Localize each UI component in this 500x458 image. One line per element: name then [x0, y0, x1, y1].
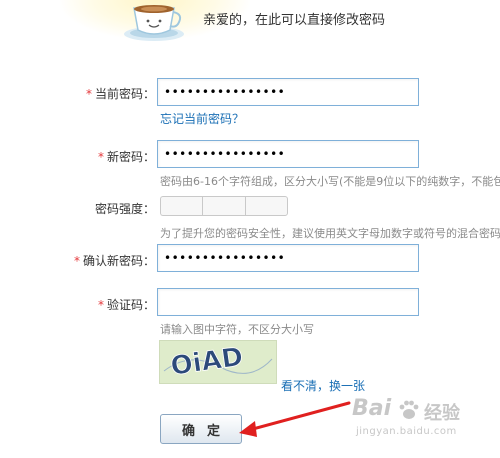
- new-password-input[interactable]: [157, 140, 419, 168]
- password-strength-label: 密码强度：: [94, 202, 155, 216]
- password-strength-hint: 为了提升您的密码安全性，建议使用英文字母加数字或符号的混合密码: [160, 227, 500, 240]
- paw-icon: [399, 400, 419, 419]
- password-strength-meter: [160, 196, 288, 216]
- captcha-label-text: 验证码：: [106, 298, 155, 312]
- strength-segment-medium: [202, 196, 245, 216]
- coffee-cup-icon: [124, 5, 184, 41]
- refresh-captcha-link[interactable]: 看不清，换一张: [281, 377, 365, 394]
- required-mark: *: [97, 298, 104, 312]
- annotation-arrow-icon: [239, 401, 351, 437]
- required-mark: *: [85, 87, 92, 101]
- new-password-label-text: 新密码：: [106, 150, 155, 164]
- captcha-hint: 请输入图中字符，不区分大小写: [160, 323, 314, 336]
- captcha-image: OiAD: [159, 340, 277, 384]
- baidu-jingyan-watermark: Bai 经验 jingyan.baidu.com: [352, 396, 498, 446]
- current-password-input[interactable]: [157, 78, 419, 106]
- required-mark: *: [97, 150, 104, 164]
- new-password-label: * 新密码：: [70, 148, 155, 165]
- watermark-brand-suffix: 经验: [424, 403, 460, 424]
- watermark-url: jingyan.baidu.com: [356, 426, 457, 437]
- watermark-brand: Bai: [352, 396, 392, 421]
- strength-segment-strong: [244, 196, 288, 216]
- captcha-label: * 验证码：: [70, 296, 155, 313]
- current-password-label-text: 当前密码：: [94, 87, 155, 101]
- required-mark: *: [73, 254, 80, 268]
- new-password-hint: 密码由6-16个字符组成，区分大小写(不能是9位以下的纯数字，不能包: [160, 175, 500, 188]
- page-heading: 亲爱的，在此可以直接修改密码: [203, 13, 386, 28]
- confirm-password-label: * 确认新密码：: [60, 252, 155, 269]
- confirm-button[interactable]: 确定: [160, 414, 242, 444]
- captcha-text: OiAD: [169, 342, 245, 382]
- confirm-password-label-text: 确认新密码：: [82, 254, 155, 268]
- captcha-input[interactable]: [157, 288, 419, 316]
- forgot-password-link[interactable]: 忘记当前密码？: [160, 110, 244, 127]
- captcha-image-graphic: OiAD: [163, 342, 273, 382]
- current-password-label: * 当前密码：: [70, 85, 155, 102]
- strength-segment-weak: [160, 196, 203, 216]
- confirm-password-input[interactable]: [157, 244, 419, 272]
